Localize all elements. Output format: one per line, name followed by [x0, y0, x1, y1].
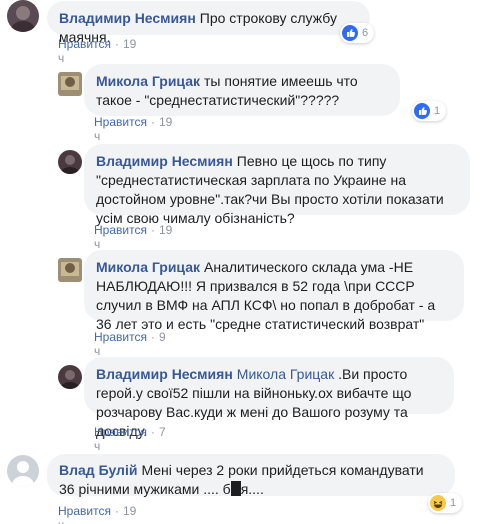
separator: ·: [150, 330, 155, 344]
comment-author[interactable]: Владимир Несмиян: [96, 153, 233, 169]
comment-actions: Нравится·19 ч: [94, 223, 172, 251]
separator: ·: [150, 223, 155, 237]
like-link[interactable]: Нравится: [94, 115, 147, 129]
default-avatar-icon: [7, 455, 39, 487]
like-link[interactable]: Нравится: [58, 37, 111, 51]
avatar[interactable]: [58, 72, 82, 96]
reaction-summary[interactable]: 6: [340, 23, 375, 43]
comment-author[interactable]: Микола Грицак: [96, 73, 200, 89]
comment-author[interactable]: Микола Грицак: [96, 259, 200, 275]
haha-reaction-icon: [430, 495, 446, 511]
reaction-count: 6: [362, 27, 369, 39]
like-link[interactable]: Нравится: [94, 330, 147, 344]
reaction-count: 1: [450, 497, 457, 509]
comment-author[interactable]: Влад Булій: [59, 462, 137, 478]
comment-bubble: Влад Булій Мені через 2 роки прийдеться к…: [47, 454, 455, 497]
like-reaction-icon: [342, 25, 358, 41]
avatar-image: [58, 72, 82, 96]
avatar[interactable]: [7, 0, 39, 32]
comment-bubble: Владимир Несмиян Про строкову службу маяч…: [47, 1, 370, 45]
comment-bubble: Владимир Несмиян Певно це щось по типу "с…: [84, 144, 470, 226]
avatar[interactable]: [58, 365, 82, 389]
mention-link[interactable]: Микола Грицак: [237, 366, 334, 382]
redaction-mark: [230, 481, 241, 496]
avatar-image: [58, 150, 82, 174]
like-link[interactable]: Нравится: [94, 223, 147, 237]
comment-author[interactable]: Владимир Несмиян: [96, 366, 233, 382]
like-link[interactable]: Нравится: [58, 504, 111, 518]
reaction-summary[interactable]: 1: [428, 493, 463, 513]
reaction-summary[interactable]: 1: [412, 101, 447, 121]
comment-actions: Нравится·19 ч: [58, 37, 136, 65]
avatar[interactable]: [58, 150, 82, 174]
comment-bubble: Владимир Несмиян Микола Грицак .Ви просто…: [84, 357, 454, 439]
comment-actions: Нравится·19 ч: [94, 115, 172, 143]
separator: ·: [114, 37, 119, 51]
comment-actions: Нравится · 9 ч: [94, 330, 166, 358]
like-link[interactable]: Нравится: [94, 425, 147, 439]
separator: ·: [114, 504, 119, 518]
reaction-count: 1: [434, 105, 441, 117]
comment-actions: Нравится·19 ч: [58, 504, 136, 524]
separator: ·: [150, 115, 155, 129]
comment-text-end: я....: [240, 481, 264, 497]
avatar[interactable]: [58, 258, 82, 282]
comment-actions: Нравится · 7 ч: [94, 425, 166, 453]
comment-bubble: Микола Грицак Аналитического склада ума -…: [84, 250, 464, 332]
like-reaction-icon: [414, 103, 430, 119]
avatar-image: [7, 0, 39, 32]
comment-bubble: Микола Грицак ты понятие имеешь что такое…: [84, 64, 400, 116]
avatar[interactable]: [7, 455, 39, 487]
separator: ·: [150, 425, 155, 439]
avatar-image: [58, 365, 82, 389]
avatar-image: [58, 258, 82, 282]
comment-author[interactable]: Владимир Несмиян: [59, 10, 196, 26]
